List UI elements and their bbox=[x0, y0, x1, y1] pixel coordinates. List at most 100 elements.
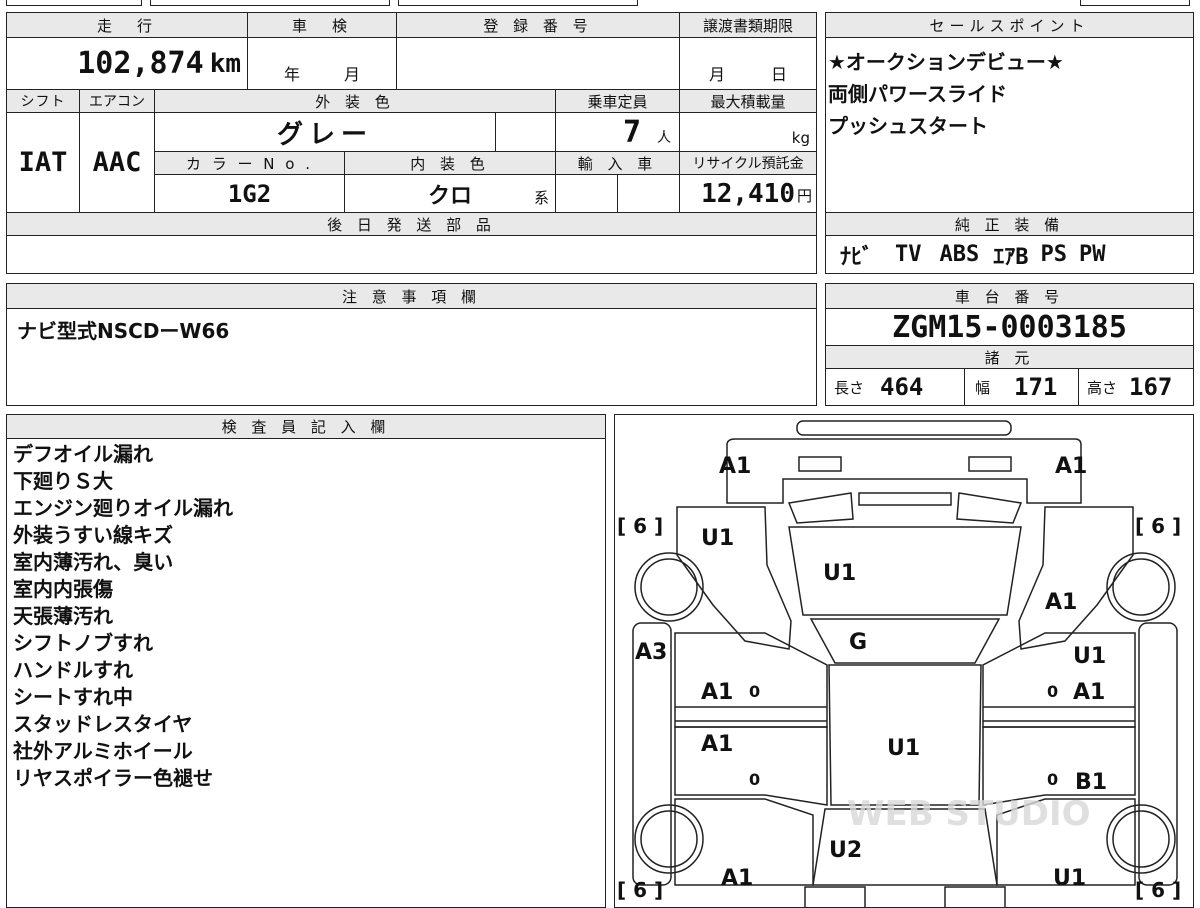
header-inspector: 検 査 員 記 入 欄 bbox=[6, 414, 606, 439]
spec-width-cell: 幅 171 bbox=[964, 368, 1079, 406]
header-recycle-fee: リサイクル預託金 bbox=[679, 151, 817, 175]
watermark-text: WEB STUDIO bbox=[847, 794, 1091, 834]
equip-nav: ﾅﾋﾞ bbox=[840, 244, 874, 270]
damage-rear-door-left: A1 bbox=[701, 732, 733, 757]
header-aircon: エアコン bbox=[79, 89, 155, 113]
inspector-note: 室内薄汚れ、臭い bbox=[13, 550, 174, 574]
import-cell-b bbox=[617, 174, 680, 213]
inspection-cell: 年 月 bbox=[247, 37, 397, 90]
notes-box: ナビ型式NSCDーW66 bbox=[6, 308, 817, 406]
mileage-cell: 102,874 km bbox=[6, 37, 248, 90]
spec-length-value: 464 bbox=[880, 373, 924, 401]
inspector-note: リヤスポイラー色褪せ bbox=[13, 766, 213, 790]
sales-points-box: ★オークションデビュー★ 両側パワースライド プッシュスタート bbox=[825, 37, 1194, 213]
inspector-note: 下廻りＳ大 bbox=[13, 469, 113, 493]
shift-cell: IAT bbox=[6, 112, 80, 213]
header-max-load: 最大積載量 bbox=[679, 89, 817, 113]
header-color-no: カ ラ ー N o . bbox=[154, 151, 345, 175]
interior-color-cell: クロ 系 bbox=[344, 174, 556, 213]
header-later-parts: 後 日 発 送 部 品 bbox=[6, 212, 817, 236]
header-exterior-color: 外 装 色 bbox=[154, 89, 556, 113]
chassis-no-cell: ZGM15-0003185 bbox=[825, 308, 1194, 346]
notes-text: ナビ型式NSCDーW66 bbox=[17, 319, 230, 343]
equip-ps: PS bbox=[1040, 242, 1068, 267]
spec-width-label: 幅 bbox=[975, 378, 991, 397]
spec-height-value: 167 bbox=[1129, 373, 1173, 401]
damage-pillar-left: A3 bbox=[635, 640, 667, 665]
exterior-color-value: グレー bbox=[276, 119, 373, 150]
equip-abs: ABS bbox=[939, 242, 980, 267]
sales-point-1: ★オークションデビュー★ bbox=[828, 50, 1064, 74]
recycle-fee-unit: 円 bbox=[796, 187, 812, 205]
capacity-cell: 7 人 bbox=[555, 112, 680, 152]
header-interior-color: 内 装 色 bbox=[344, 151, 556, 175]
headlight-left-shape bbox=[798, 456, 842, 472]
top-strip-right2 bbox=[1080, 0, 1190, 6]
tire-front-left-inner-shape bbox=[640, 558, 698, 616]
damage-front-door-right-top: U1 bbox=[1073, 644, 1106, 669]
header-inspection: 車 検 bbox=[247, 12, 397, 38]
top-strip-mid bbox=[150, 0, 390, 6]
top-strip-right bbox=[398, 0, 638, 6]
tire-rear-right-inner-shape bbox=[1112, 810, 1170, 868]
exterior-color-cell: グレー bbox=[154, 112, 496, 152]
inspection-year: 年 bbox=[283, 65, 300, 84]
inspector-box: デフオイル漏れ 下廻りＳ大 エンジン廻りオイル漏れ 外装うすい線キズ 室内薄汚れ… bbox=[6, 438, 606, 908]
damage-front-right: A1 bbox=[1055, 454, 1087, 479]
damage-rear-glass: U2 bbox=[829, 838, 862, 863]
capacity-value: 7 bbox=[622, 114, 641, 150]
aircon-cell: AAC bbox=[79, 112, 155, 213]
inspector-note: ハンドルすれ bbox=[13, 658, 133, 682]
header-sales-points: セールスポイント bbox=[825, 12, 1194, 38]
max-load-unit: kg bbox=[791, 129, 810, 147]
grille-center-shape bbox=[858, 492, 952, 506]
right-fender-shape bbox=[1018, 506, 1134, 650]
grille-right-shape bbox=[956, 492, 1023, 524]
header-transfer-deadline: 譲渡書類期限 bbox=[679, 12, 817, 38]
deadline-month: 月 bbox=[708, 65, 725, 84]
inspector-note: スタッドレスタイヤ bbox=[13, 712, 193, 736]
aircon-value: AAC bbox=[92, 147, 142, 178]
header-shift: シフト bbox=[6, 89, 80, 113]
equip-airbag: ｴｱB bbox=[993, 244, 1029, 270]
equip-pw: PW bbox=[1079, 242, 1106, 267]
right-pillar-shape bbox=[1138, 622, 1178, 886]
spec-length-cell: 長さ 464 bbox=[825, 368, 965, 406]
mileage-unit: km bbox=[209, 48, 241, 79]
top-strip-left bbox=[6, 0, 142, 6]
inspector-note: 外装うすい線キズ bbox=[13, 523, 173, 547]
front-bumper-shape bbox=[796, 420, 1012, 436]
inspector-note: シートすれ中 bbox=[13, 685, 133, 709]
header-specs: 諸 元 bbox=[825, 345, 1194, 369]
header-capacity: 乗車定員 bbox=[555, 89, 680, 113]
zero-front-left: 0 bbox=[749, 682, 760, 701]
tire-front-right-inner-shape bbox=[1112, 558, 1170, 616]
rear-bumper-right-shape bbox=[944, 886, 1006, 907]
chassis-no-value: ZGM15-0003185 bbox=[892, 309, 1127, 345]
grille-left-shape bbox=[787, 492, 854, 524]
tire-label-front-left: [ 6 ] bbox=[617, 514, 663, 538]
recycle-fee-cell: 12,410 円 bbox=[679, 174, 817, 213]
car-diagram-box: [ 6 ] [ 6 ] [ 6 ] [ 6 ] A1 A1 U1 U1 A1 G… bbox=[614, 414, 1194, 908]
rear-bumper-left-shape bbox=[804, 886, 866, 907]
damage-front-door-right: A1 bbox=[1073, 680, 1105, 705]
later-parts-box bbox=[6, 235, 817, 274]
header-chassis-no: 車 台 番 号 bbox=[825, 283, 1194, 309]
damage-rear-right: U1 bbox=[1053, 866, 1086, 891]
capacity-unit: 人 bbox=[657, 130, 671, 146]
interior-color-value: クロ bbox=[427, 183, 472, 209]
inspector-note: 天張薄汚れ bbox=[13, 604, 113, 628]
equip-tv: TV bbox=[895, 242, 922, 267]
tire-rear-left-inner-shape bbox=[640, 810, 698, 868]
right-front-door-shape bbox=[982, 632, 1136, 728]
damage-roof: U1 bbox=[887, 736, 920, 761]
damage-front-left: A1 bbox=[719, 454, 751, 479]
sales-point-2: 両側パワースライド bbox=[828, 82, 1007, 106]
zero-rear-left: 0 bbox=[749, 770, 760, 789]
color-no-value: 1G2 bbox=[227, 179, 272, 208]
tire-label-front-right: [ 6 ] bbox=[1135, 514, 1181, 538]
damage-fender-left: U1 bbox=[701, 526, 734, 551]
color-no-cell: 1G2 bbox=[154, 174, 345, 213]
inspector-note: エンジン廻りオイル漏れ bbox=[13, 496, 233, 520]
damage-windshield: G bbox=[849, 630, 867, 655]
